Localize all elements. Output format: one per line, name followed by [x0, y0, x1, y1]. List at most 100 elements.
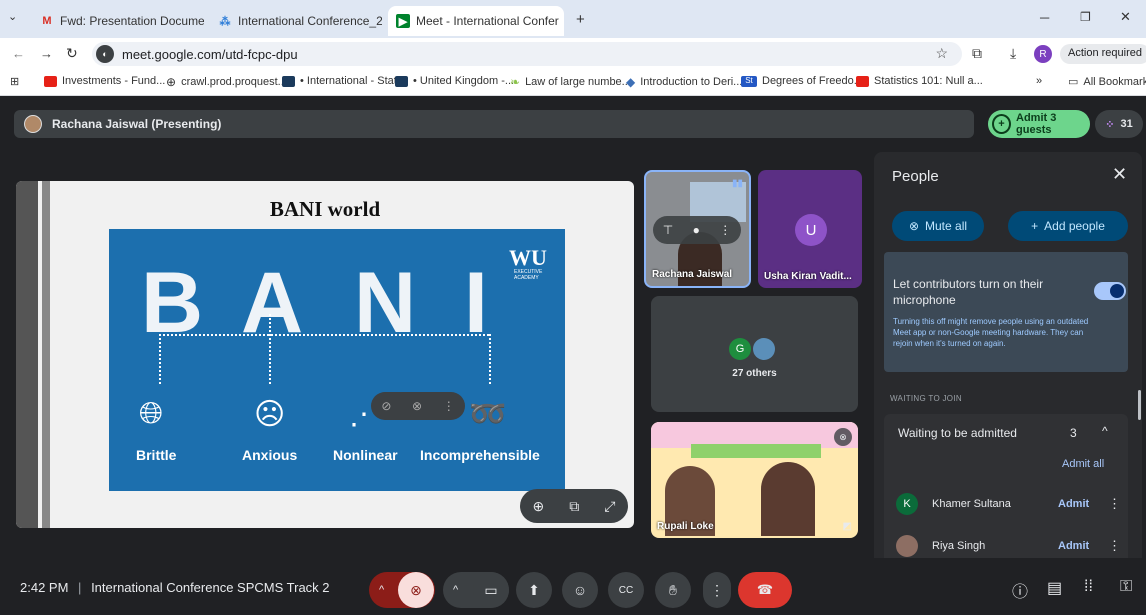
reload-icon[interactable]: ↻ [66, 45, 78, 62]
bookmark-item[interactable]: ❧ Law of large numbe... [510, 75, 631, 89]
statista-icon [395, 75, 408, 87]
host-controls-icon[interactable]: ⚿ [1120, 578, 1132, 596]
extensions-icon[interactable]: ⧉ [972, 45, 982, 62]
mute-all-button[interactable]: ⊗ Mute all [892, 211, 984, 241]
slide-label: Nonlinear [333, 447, 398, 463]
tab-conference[interactable]: ⁂ International Conference_2026 ✕ [210, 6, 383, 36]
clock-time: 2:42 PM [20, 580, 69, 595]
mic-button[interactable]: ⊗ [398, 572, 434, 608]
more-options-icon[interactable]: ⋮ [1108, 496, 1121, 512]
chevron-up-icon[interactable]: ^ [1102, 424, 1108, 438]
guest-name: Riya Singh [932, 540, 986, 552]
others-count: 27 others [732, 368, 777, 379]
participant-name: Usha Kiran Vadit... [764, 271, 852, 282]
more-options-icon: ⋮ [710, 581, 724, 598]
zoom-in-icon[interactable]: ⊕ [533, 498, 545, 515]
minimize-icon[interactable]: ─ [1040, 10, 1049, 25]
others-tile[interactable]: G 27 others [651, 296, 858, 412]
action-required-button[interactable]: Action required [1060, 44, 1146, 64]
tile-menu-icon[interactable]: ◩ [843, 521, 852, 532]
scrollbar[interactable] [1138, 390, 1141, 420]
site-info-icon[interactable]: ◐ [96, 45, 114, 63]
more-options-icon[interactable]: ⋮ [719, 223, 731, 237]
pin-icon[interactable]: ⊤ [663, 223, 673, 237]
bookmark-item[interactable]: Investments - Fund... [44, 75, 165, 87]
bookmark-item[interactable]: ◆ Introduction to Deri... [626, 75, 742, 89]
divider: | [78, 580, 82, 595]
admit-guests-button[interactable]: + Admit 3 guests [988, 110, 1090, 138]
bookmark-item[interactable]: • International - Stat... [282, 75, 406, 87]
panel-title: People [892, 168, 939, 185]
dotted-connector [489, 334, 491, 384]
people-icon: ⁘ [1105, 118, 1115, 131]
add-person-icon: + [1031, 219, 1039, 233]
activities-icon[interactable]: ⁞⁞ [1084, 578, 1093, 596]
statista-icon [282, 75, 295, 87]
microphone-toggle[interactable] [1094, 282, 1126, 300]
presenter-avatar [24, 115, 42, 133]
more-options-icon[interactable]: ⋮ [1108, 538, 1121, 554]
admit-button[interactable]: Admit [1058, 498, 1089, 510]
participants-button[interactable]: ⁘ 31 [1095, 110, 1143, 138]
more-options-icon[interactable]: ⋮ [443, 399, 455, 413]
download-icon[interactable]: ⤓ [1010, 45, 1016, 62]
new-tab-icon[interactable]: + [576, 11, 585, 28]
chevron-up-icon[interactable]: ^ [379, 584, 384, 596]
more-bookmarks-icon[interactable]: » [1036, 75, 1042, 87]
tab-gmail[interactable]: M Fwd: Presentation Documents ✕ [32, 6, 204, 36]
mic-off-icon: ⊗ [410, 581, 422, 598]
guest-avatar: K [896, 493, 918, 515]
reactions-button[interactable]: ☺ [562, 572, 598, 608]
slide-label: Incomprehensible [420, 447, 540, 463]
background-banner [691, 444, 821, 458]
address-bar[interactable]: ◐ meet.google.com/utd-fcpc-dpu ☆ [92, 42, 962, 66]
mute-icon[interactable]: ⊗ [412, 399, 422, 413]
slide-title: BANI world [269, 197, 381, 221]
info-icon[interactable]: ⓘ [1012, 578, 1028, 602]
bookmark-star-icon[interactable]: ☆ [935, 45, 948, 62]
back-icon[interactable]: ← [12, 46, 25, 61]
bookmark-item[interactable]: St Degrees of Freedo... [741, 75, 863, 87]
mic-icon[interactable]: ● [693, 223, 700, 237]
globe-icon: ⊕ [166, 75, 177, 89]
dotted-connector [159, 334, 161, 384]
apps-icon[interactable]: ⊞ [10, 75, 19, 88]
window-close-icon[interactable]: ✕ [1120, 9, 1131, 25]
captions-icon: CC [618, 584, 634, 596]
slide-decoration [16, 181, 38, 528]
present-button[interactable]: ⬆ [516, 572, 552, 608]
profile-avatar[interactable]: R [1034, 45, 1052, 63]
dotted-connector [269, 314, 271, 384]
bookmark-item[interactable]: • United Kingdom -... [395, 75, 514, 87]
chat-icon[interactable]: ▤ [1047, 578, 1062, 598]
close-icon[interactable]: ✕ [1112, 164, 1127, 185]
raise-hand-button[interactable]: ✋︎ [655, 572, 691, 608]
tab-meet[interactable]: ▶ Meet - International Confer ◉ ✕ [388, 6, 564, 36]
fullscreen-icon[interactable]: ⤢ [604, 498, 615, 515]
bookmark-item[interactable]: Statistics 101: Null a... [856, 75, 983, 87]
more-options-button[interactable]: ⋮ [703, 572, 731, 608]
investopedia-icon: ◆ [626, 75, 636, 89]
add-people-button[interactable]: + Add people [1008, 211, 1128, 241]
camera-button[interactable]: ▭ [473, 572, 509, 608]
leave-call-button[interactable]: ☎ [738, 572, 792, 608]
all-bookmarks[interactable]: ▭All Bookmarks [1068, 75, 1146, 89]
popout-icon[interactable]: ⧉ [569, 498, 579, 515]
chevron-up-icon[interactable]: ^ [453, 584, 458, 596]
youtube-icon [856, 75, 869, 87]
admit-all-button[interactable]: Admit all [1062, 458, 1104, 470]
captions-button[interactable]: CC [608, 572, 644, 608]
participant-tile[interactable]: ⊗ ◩ Rupali Loke [651, 422, 858, 538]
waiting-count: 3 [1070, 426, 1077, 440]
participant-tile[interactable]: U Usha Kiran Vadit... [758, 170, 862, 288]
tab-search-icon[interactable]: ⌄ [8, 10, 17, 23]
bookmark-item[interactable]: ⊕ crawl.prod.proquest... [166, 75, 287, 89]
unpin-icon[interactable]: ⊘ [381, 399, 391, 413]
participant-name: Rachana Jaiswal [652, 269, 733, 280]
forward-icon[interactable]: → [40, 46, 53, 61]
admit-button[interactable]: Admit [1058, 540, 1089, 552]
participant-tile[interactable]: ⊤ ● ⋮ ▮▮ Rachana Jaiswal [644, 170, 751, 288]
dotted-connector [159, 334, 489, 336]
restore-icon[interactable]: ❐ [1080, 10, 1091, 24]
guest-row: K Khamer Sultana Admit ⋮ [896, 490, 1126, 518]
